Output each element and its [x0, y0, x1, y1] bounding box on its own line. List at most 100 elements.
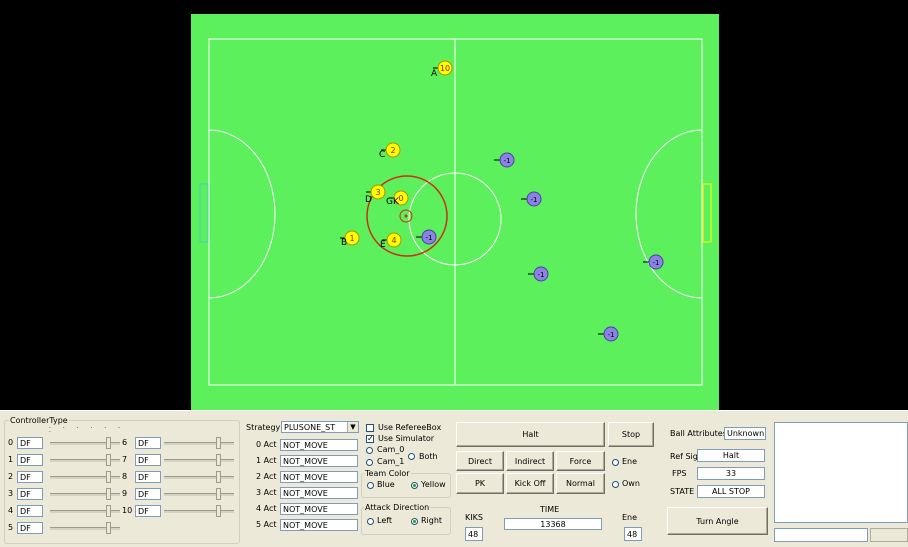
soccer-field[interactable]: 0GK 1B 2C 3D 4E 10A -1 -1 -1 -1 -1 -1	[191, 14, 719, 410]
team-yellow-radio[interactable]	[411, 482, 418, 489]
act-label: 3 Act	[256, 488, 277, 497]
ref-sig-value: Halt	[697, 449, 765, 462]
own-radio[interactable]	[612, 481, 619, 488]
attack-right-radio[interactable]	[411, 518, 418, 525]
controller-slider[interactable]	[50, 488, 120, 500]
controller-index: 3	[8, 489, 14, 498]
use-simulator-checkbox[interactable]: ✓	[366, 435, 374, 443]
controller-type-input[interactable]: DF	[135, 471, 161, 483]
indirect-button[interactable]: Indirect	[506, 451, 554, 471]
robot-id: 2	[390, 146, 395, 155]
controller-type-input[interactable]: DF	[17, 471, 43, 483]
controller-type-input[interactable]: DF	[17, 522, 43, 534]
time-label: TIME	[540, 505, 560, 514]
slider-thumb[interactable]	[106, 522, 111, 534]
robot-id: -1	[538, 271, 545, 279]
time-value: 13368	[504, 518, 602, 530]
direct-button[interactable]: Direct	[456, 451, 504, 471]
act-input[interactable]: NOT_MOVE	[280, 439, 358, 451]
controller-type-input[interactable]: DF	[17, 505, 43, 517]
act-input[interactable]: NOT_MOVE	[280, 471, 358, 483]
controller-type-input[interactable]: DF	[135, 437, 161, 449]
attack-right-label: Right	[421, 516, 443, 525]
act-label: 1 Act	[256, 456, 277, 465]
controller-index: 4	[8, 506, 14, 515]
slider-thumb[interactable]	[106, 488, 111, 500]
controller-index: 2	[8, 472, 14, 481]
controller-index: 6	[122, 438, 128, 447]
controller-slider[interactable]	[50, 471, 120, 483]
robot-id: 1	[349, 234, 354, 243]
attack-left-radio[interactable]	[367, 518, 374, 525]
robot-role-label: A	[431, 69, 438, 79]
controller-slider[interactable]	[50, 505, 120, 517]
chevron-down-icon[interactable]: ▼	[347, 422, 358, 432]
team-color-title: Team Color	[364, 469, 411, 478]
stop-button[interactable]: Stop	[608, 422, 654, 447]
controller-slider[interactable]	[50, 522, 120, 534]
slider-thumb[interactable]	[216, 437, 221, 449]
team-blue-label: Blue	[377, 480, 395, 489]
act-input[interactable]: NOT_MOVE	[280, 503, 358, 515]
strategy-select[interactable]: PLUSONE_ST ▼	[281, 421, 359, 433]
controller-type-input[interactable]: DF	[135, 454, 161, 466]
turn-angle-button[interactable]: Turn Angle	[667, 507, 768, 535]
slider-thumb[interactable]	[216, 454, 221, 466]
use-referee-box-checkbox[interactable]	[366, 424, 374, 432]
force-button[interactable]: Force	[556, 451, 605, 471]
slider-thumb[interactable]	[106, 454, 111, 466]
act-input[interactable]: NOT_MOVE	[280, 519, 358, 531]
halt-button[interactable]: Halt	[456, 422, 605, 447]
both-radio[interactable]	[408, 453, 415, 460]
log-textarea[interactable]	[774, 422, 908, 523]
cam1-radio[interactable]	[366, 459, 373, 466]
robot-role-label: E	[380, 240, 386, 250]
fps-value: 33	[697, 467, 765, 480]
slider-thumb[interactable]	[106, 471, 111, 483]
robot-id: 10	[440, 64, 450, 73]
control-panel: ControllerType · · · · · · · 0 DF 1 DF 2 DF 3 D…	[0, 410, 908, 547]
cam0-radio[interactable]	[366, 447, 373, 454]
robot-role-label: D	[365, 195, 372, 205]
ball	[404, 214, 408, 218]
slider-track	[164, 510, 234, 513]
slider-thumb[interactable]	[106, 437, 111, 449]
robot-id: 3	[375, 188, 380, 197]
controller-slider[interactable]	[164, 471, 234, 483]
controller-slider[interactable]	[164, 437, 234, 449]
normal-button[interactable]: Normal	[556, 473, 605, 494]
controller-slider[interactable]	[164, 488, 234, 500]
controller-type-input[interactable]: DF	[17, 454, 43, 466]
slider-thumb[interactable]	[216, 488, 221, 500]
pk-button[interactable]: PK	[456, 473, 504, 494]
controller-type-input[interactable]: DF	[135, 488, 161, 500]
slider-thumb[interactable]	[216, 505, 221, 517]
controller-type-input[interactable]: DF	[17, 437, 43, 449]
status-pane	[870, 528, 908, 542]
controller-slider[interactable]	[50, 437, 120, 449]
kiks-score: 48	[465, 527, 483, 541]
app-window: 0 GK 1 B 2 C 3 D 4 E 10 A -1 -1 -1 -1 -1 -1 ControllerTyp…	[0, 0, 908, 547]
controller-slider[interactable]	[164, 454, 234, 466]
act-label: 2 Act	[256, 472, 277, 481]
ene-score-label: Ene	[622, 513, 638, 522]
team-yellow-label: Yellow	[421, 480, 446, 489]
controller-type-input[interactable]: DF	[135, 505, 161, 517]
act-input[interactable]: NOT_MOVE	[280, 455, 358, 467]
act-label: 4 Act	[256, 504, 277, 513]
slider-thumb[interactable]	[216, 471, 221, 483]
controller-index: 5	[8, 523, 14, 532]
state-value: ALL STOP	[697, 485, 765, 498]
team-blue-radio[interactable]	[367, 482, 374, 489]
controller-slider[interactable]	[164, 505, 234, 517]
act-label: 0 Act	[256, 440, 277, 449]
slider-thumb[interactable]	[106, 505, 111, 517]
act-input[interactable]: NOT_MOVE	[280, 487, 358, 499]
team-color-group: Team Color Blue Yellow	[361, 469, 451, 498]
controller-type-input[interactable]: DF	[17, 488, 43, 500]
robot-id: -1	[531, 196, 538, 204]
log-input[interactable]	[774, 528, 868, 542]
kickoff-button[interactable]: Kick Off	[506, 473, 554, 494]
ene-radio[interactable]	[612, 459, 619, 466]
controller-slider[interactable]	[50, 454, 120, 466]
